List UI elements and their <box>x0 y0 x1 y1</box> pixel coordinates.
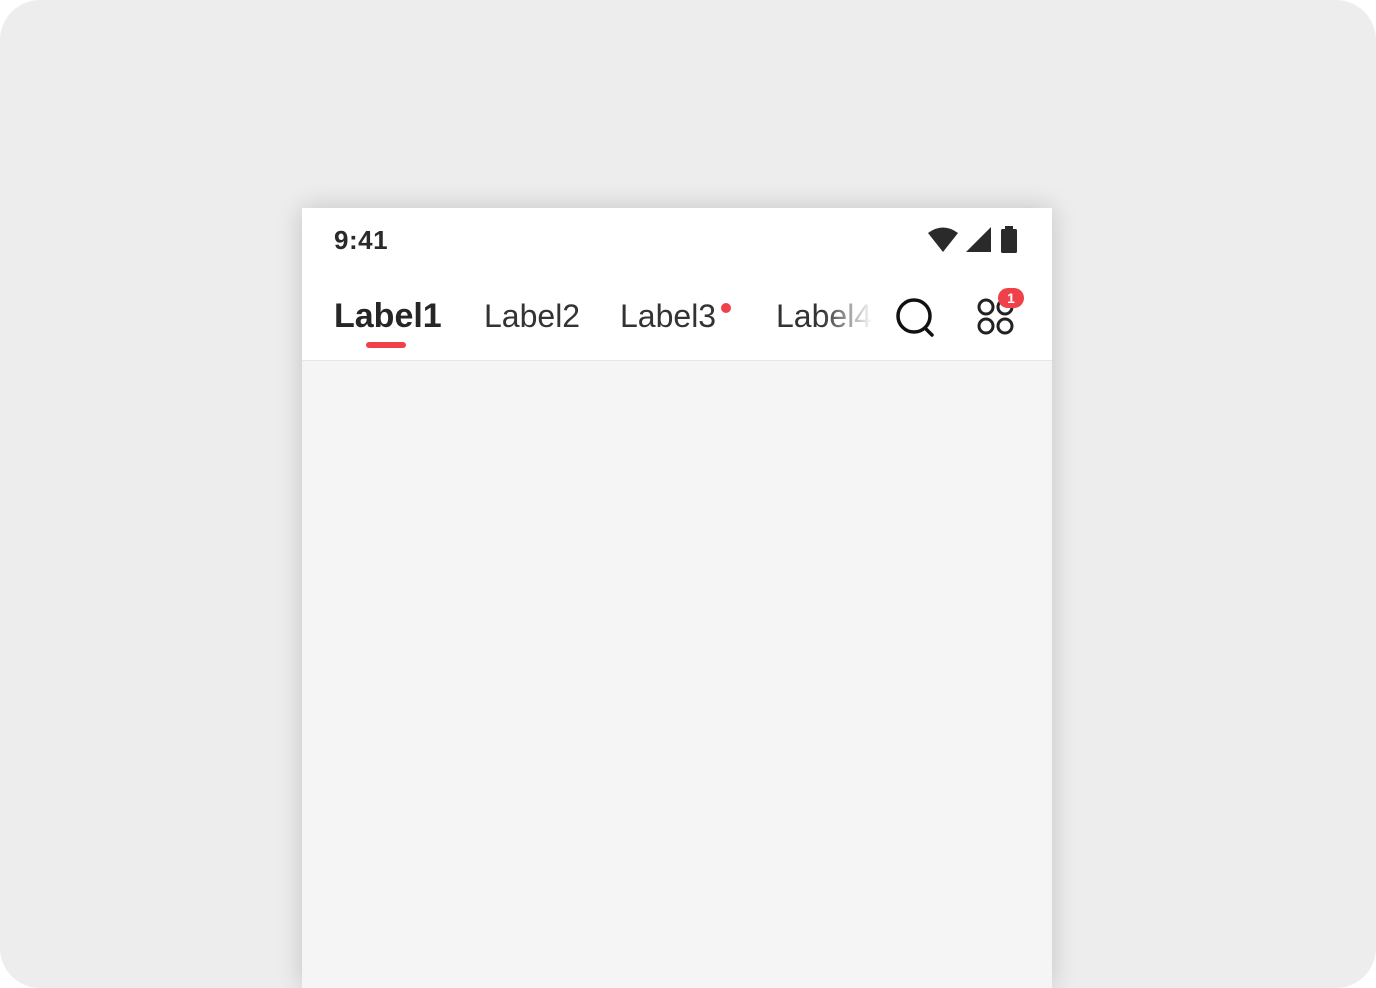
canvas-background: 9:41 Label1 Label2 Label3 Label4 1 <box>0 0 1376 988</box>
apps-badge: 1 <box>998 288 1024 308</box>
active-tab-indicator <box>366 342 406 348</box>
tab-label2[interactable]: Label2 <box>484 296 580 336</box>
tab-label3[interactable]: Label3 <box>620 296 716 336</box>
search-button[interactable] <box>894 296 938 340</box>
status-time: 9:41 <box>334 225 389 255</box>
content-area <box>302 361 1052 988</box>
status-bar: 9:41 <box>302 208 1052 272</box>
search-icon <box>896 298 934 337</box>
tab-notification-dot <box>721 303 731 313</box>
status-icons <box>928 226 1018 254</box>
tab-label1[interactable]: Label1 <box>334 296 442 336</box>
cellular-signal-icon <box>966 226 992 254</box>
wifi-icon <box>928 226 958 254</box>
battery-icon <box>1000 226 1018 254</box>
tab-label4[interactable]: Label4 <box>776 296 872 336</box>
phone-screen: 9:41 Label1 Label2 Label3 Label4 1 <box>302 208 1052 988</box>
